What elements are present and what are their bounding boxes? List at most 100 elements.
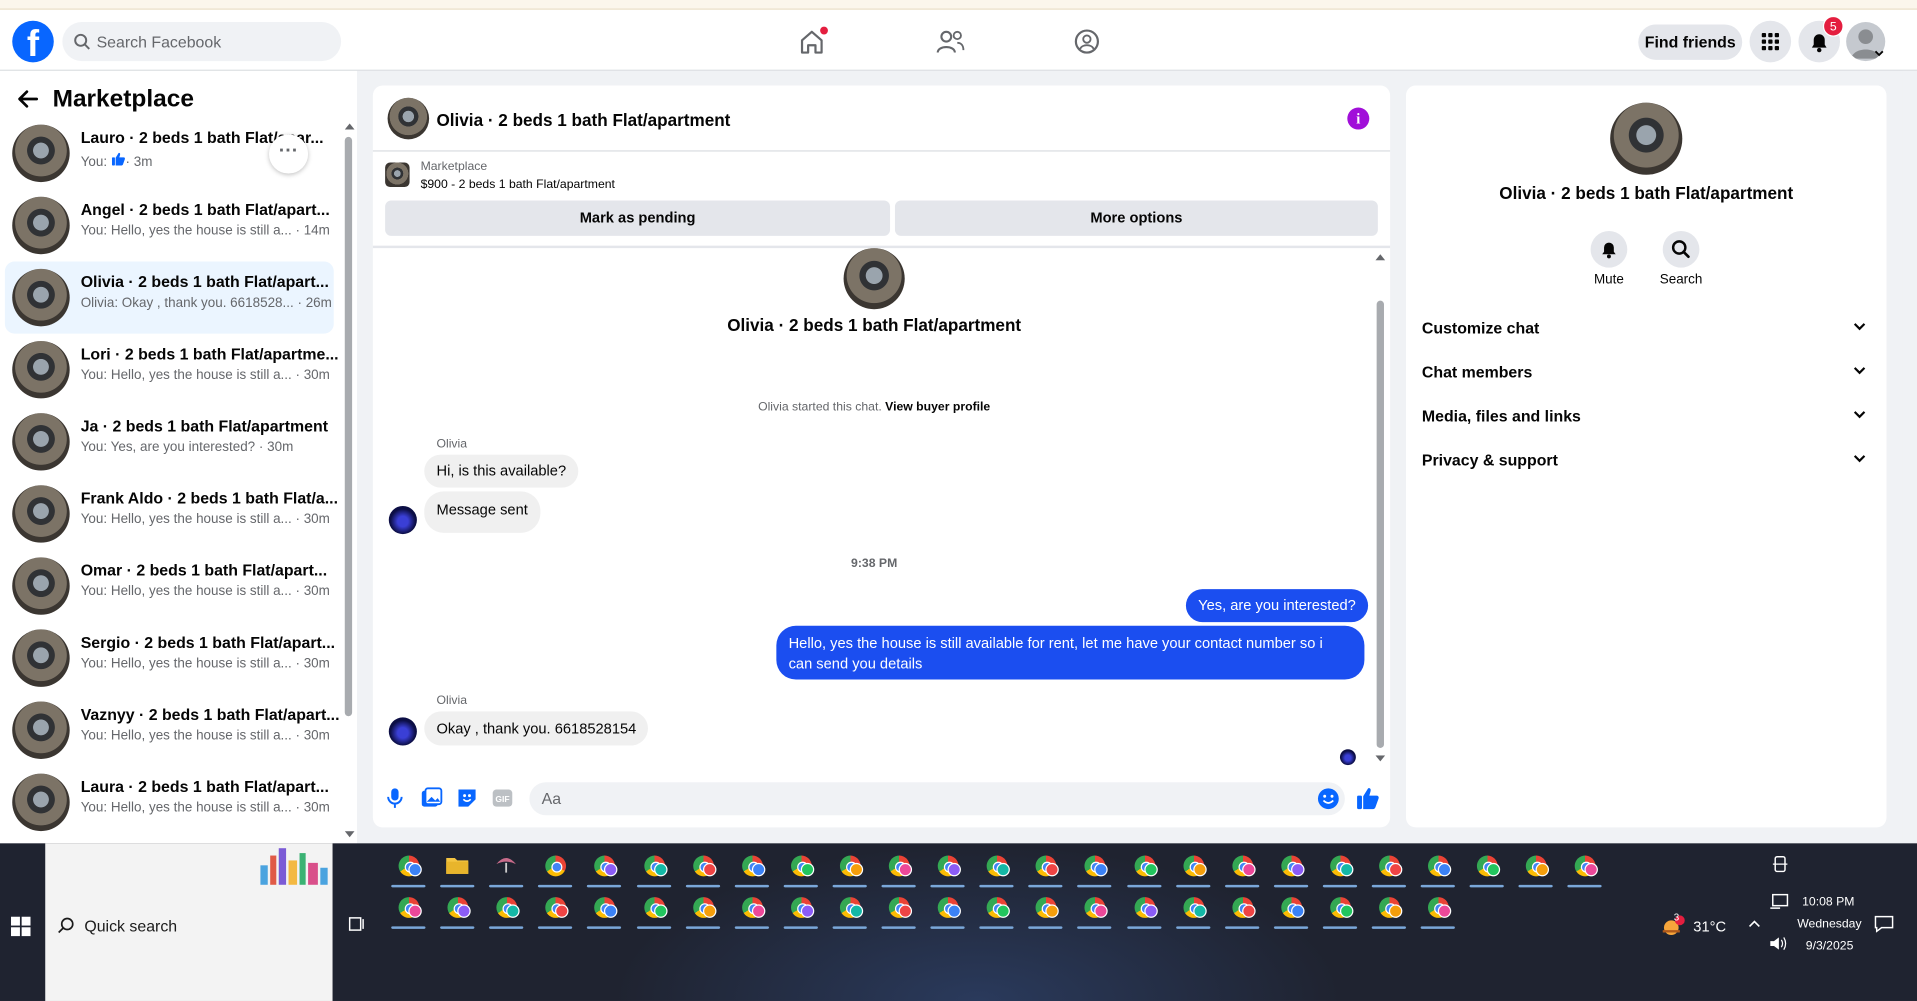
chrome-icon[interactable]: [1271, 887, 1310, 929]
page-scrollbar[interactable]: [1902, 70, 1917, 844]
chrome-icon[interactable]: [1418, 846, 1457, 888]
chrome-icon[interactable]: [879, 846, 918, 888]
menu-button[interactable]: [1749, 20, 1792, 63]
conversation-item[interactable]: Frank Aldo · 2 beds 1 bath Flat/a... You:…: [5, 478, 338, 550]
chrome-icon[interactable]: [1565, 846, 1604, 888]
chrome-icon[interactable]: [1173, 846, 1212, 888]
scroll-down-arrow-icon[interactable]: [344, 831, 355, 838]
chrome-icon[interactable]: [1369, 846, 1408, 888]
chrome-icon[interactable]: [1369, 887, 1408, 929]
chat-members-section[interactable]: Chat members: [1422, 363, 1874, 381]
conversation-list-scrollbar[interactable]: [344, 136, 353, 717]
notification-center-icon[interactable]: [1874, 915, 1894, 933]
temperature[interactable]: 31°C: [1693, 918, 1726, 935]
chrome-icon[interactable]: [683, 887, 722, 929]
chrome-icon[interactable]: [830, 846, 869, 888]
clock-time[interactable]: 10:08 PM: [1802, 896, 1854, 909]
chrome-icon[interactable]: [389, 887, 428, 929]
chevron-down-icon[interactable]: [1873, 49, 1885, 59]
chrome-icon[interactable]: [536, 887, 575, 929]
network-icon[interactable]: [1769, 893, 1789, 910]
chrome-icon[interactable]: [1320, 846, 1359, 888]
chrome-icon[interactable]: [487, 887, 526, 929]
details-profile-picture[interactable]: [1610, 102, 1683, 175]
conversation-item[interactable]: Sergio · 2 beds 1 bath Flat/apart... You:…: [5, 622, 335, 694]
chat-scrollbar[interactable]: [1376, 300, 1384, 748]
task-view-icon[interactable]: [348, 915, 365, 932]
outgoing-message[interactable]: Yes, are you interested?: [1185, 589, 1369, 623]
photo-icon[interactable]: [421, 787, 443, 809]
conversation-item[interactable]: Laura · 2 beds 1 bath Flat/apart... You: …: [5, 766, 334, 838]
chrome-icon[interactable]: [781, 887, 820, 929]
chrome-icon[interactable]: [1516, 846, 1555, 888]
privacy-support-section[interactable]: Privacy & support: [1422, 451, 1874, 469]
chrome-icon[interactable]: [830, 887, 869, 929]
chrome-icon[interactable]: [1026, 846, 1065, 888]
chrome-icon[interactable]: [1173, 887, 1212, 929]
chat-title[interactable]: Olivia · 2 beds 1 bath Flat/apartment: [436, 110, 730, 130]
chevron-up-icon[interactable]: [1748, 919, 1760, 929]
customize-chat-section[interactable]: Customize chat: [1422, 319, 1874, 337]
conversation-item[interactable]: Angel · 2 beds 1 bath Flat/apart... You: …: [5, 189, 334, 261]
chrome-icon[interactable]: [1124, 887, 1163, 929]
message-input[interactable]: Aa: [529, 782, 1345, 816]
more-options-button[interactable]: More options: [894, 200, 1378, 236]
search-in-chat-button[interactable]: [1662, 230, 1700, 268]
chrome-icon[interactable]: [781, 846, 820, 888]
chrome-icon[interactable]: [928, 846, 967, 888]
chrome-icon[interactable]: [1467, 846, 1506, 888]
chrome-icon[interactable]: [683, 846, 722, 888]
friends-nav-button[interactable]: [926, 17, 975, 66]
volume-icon[interactable]: [1769, 935, 1789, 952]
chrome-icon[interactable]: [1124, 846, 1163, 888]
find-friends-button[interactable]: Find friends: [1638, 24, 1743, 60]
chrome-icon[interactable]: [634, 846, 673, 888]
listing-thumbnail[interactable]: [385, 162, 410, 187]
app-icon[interactable]: [487, 846, 526, 888]
chat-avatar[interactable]: [387, 97, 430, 140]
device-icon[interactable]: [1772, 856, 1788, 873]
facebook-logo[interactable]: f: [12, 20, 54, 65]
chrome-icon[interactable]: [977, 887, 1016, 929]
emoji-icon[interactable]: [1317, 787, 1340, 810]
like-thumb-icon[interactable]: [1356, 786, 1380, 810]
incoming-message[interactable]: Hi, is this available?: [424, 454, 579, 488]
incoming-message[interactable]: Message sent: [424, 491, 541, 533]
chrome-icon[interactable]: [977, 846, 1016, 888]
chrome-icon[interactable]: [1271, 846, 1310, 888]
scroll-up-arrow-icon[interactable]: [1375, 253, 1386, 261]
conversation-item[interactable]: Omar · 2 beds 1 bath Flat/apart... You: H…: [5, 550, 334, 622]
conversation-item[interactable]: Olivia · 2 beds 1 bath Flat/apart... Oliv…: [4, 261, 334, 334]
microphone-icon[interactable]: [385, 787, 405, 809]
chrome-icon[interactable]: [1320, 887, 1359, 929]
chrome-icon[interactable]: [634, 887, 673, 929]
chrome-icon[interactable]: [1026, 887, 1065, 929]
conversation-item[interactable]: Ja · 2 beds 1 bath Flat/apartment You: Ye…: [5, 406, 334, 478]
home-nav-button[interactable]: [787, 17, 836, 66]
mark-as-pending-button[interactable]: Mark as pending: [385, 200, 891, 236]
chrome-icon[interactable]: [1075, 887, 1114, 929]
mute-button[interactable]: [1590, 230, 1628, 268]
scroll-down-arrow-icon[interactable]: [1375, 755, 1386, 762]
scroll-up-arrow-icon[interactable]: [344, 122, 355, 130]
listing-price[interactable]: $900 - 2 beds 1 bath Flat/apartment: [421, 178, 615, 191]
conversation-item[interactable]: Vaznyy · 2 beds 1 bath Flat/apart... You:…: [5, 694, 340, 766]
back-arrow-icon[interactable]: [16, 87, 40, 111]
chrome-icon[interactable]: [1075, 846, 1114, 888]
chrome-icon[interactable]: [1222, 846, 1261, 888]
search-input[interactable]: Search Facebook: [62, 21, 342, 62]
chrome-icon[interactable]: [928, 887, 967, 929]
chrome-icon[interactable]: [536, 846, 575, 888]
media-files-links-section[interactable]: Media, files and links: [1422, 407, 1874, 425]
conversation-item[interactable]: Lori · 2 beds 1 bath Flat/apartme... You:…: [5, 334, 339, 406]
file-explorer-icon[interactable]: [438, 846, 477, 888]
sender-avatar[interactable]: [388, 717, 417, 746]
chrome-icon[interactable]: [732, 846, 771, 888]
quick-search-box[interactable]: Quick search: [45, 843, 333, 1001]
chrome-icon[interactable]: [1222, 887, 1261, 929]
chrome-icon[interactable]: [438, 887, 477, 929]
chrome-icon[interactable]: [389, 846, 428, 888]
chrome-icon[interactable]: [732, 887, 771, 929]
chrome-icon[interactable]: [879, 887, 918, 929]
view-buyer-profile-link[interactable]: View buyer profile: [885, 401, 990, 414]
